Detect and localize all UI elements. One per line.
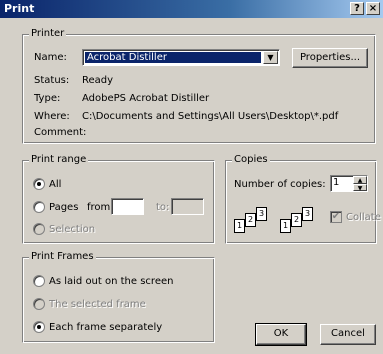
range-selection-radio[interactable] (33, 223, 45, 235)
range-pages-radio[interactable] (33, 201, 45, 213)
comment-label: Comment: (34, 127, 87, 138)
range-all-label[interactable]: All (49, 179, 61, 191)
where-value: C:\Documents and Settings\All Users\Desk… (82, 111, 339, 122)
help-button[interactable]: ? (350, 2, 364, 15)
to-label: to: (156, 202, 170, 213)
name-label: Name: (34, 52, 67, 63)
range-pages-label[interactable]: Pages (49, 202, 78, 214)
page-3-icon: 3 (256, 207, 267, 221)
title-bar: Print (0, 0, 383, 18)
to-input[interactable] (171, 198, 204, 215)
collate-checkbox[interactable]: ✔ (330, 211, 342, 223)
where-label: Where: (34, 111, 70, 122)
frames-screen-label[interactable]: As laid out on the screen (49, 276, 173, 288)
frames-selected-label[interactable]: The selected frame (49, 299, 146, 311)
copies-group: Copies (225, 154, 377, 244)
frames-selected-radio[interactable] (33, 298, 45, 310)
copies-legend: Copies (232, 154, 270, 166)
properties-label: Properties... (299, 52, 361, 63)
copies-spin-down[interactable]: ▼ (353, 184, 367, 192)
number-of-copies-label: Number of copies: (234, 179, 326, 190)
type-label: Type: (34, 93, 61, 104)
collate-label[interactable]: Collate (346, 212, 381, 224)
printer-name-value: Acrobat Distiller (85, 52, 261, 63)
type-value: AdobePS Acrobat Distiller (82, 93, 210, 104)
help-icon: ? (354, 3, 360, 14)
ok-button[interactable]: OK (255, 323, 307, 346)
page-3-icon: 3 (302, 207, 313, 221)
from-label: from: (87, 202, 114, 213)
close-icon: × (368, 3, 378, 14)
range-all-radio[interactable] (33, 178, 45, 190)
window-title: Print (4, 2, 35, 15)
properties-button[interactable]: Properties... (292, 48, 368, 68)
page-1-icon: 1 (280, 219, 291, 233)
frames-each-label[interactable]: Each frame separately (49, 322, 162, 334)
printer-legend: Printer (29, 28, 67, 40)
page-2-icon: 2 (291, 213, 302, 227)
ok-label: OK (273, 328, 289, 339)
print-range-legend: Print range (29, 154, 89, 166)
page-2-icon: 2 (245, 213, 256, 227)
from-input[interactable] (111, 198, 144, 215)
check-icon: ✔ (331, 211, 341, 222)
status-label: Status: (34, 75, 70, 86)
chevron-down-icon[interactable]: ▼ (263, 51, 278, 64)
status-value: Ready (82, 75, 114, 86)
print-frames-legend: Print Frames (29, 251, 96, 263)
copies-spin-up[interactable]: ▲ (353, 176, 367, 184)
frames-screen-radio[interactable] (33, 275, 45, 287)
frames-each-radio[interactable] (33, 321, 45, 333)
range-selection-label[interactable]: Selection (49, 224, 95, 236)
page-1-icon: 1 (234, 219, 245, 233)
copies-value: 1 (333, 177, 340, 188)
printer-name-select[interactable]: Acrobat Distiller ▼ (82, 49, 280, 66)
cancel-label: Cancel (331, 328, 365, 339)
close-button[interactable]: × (366, 2, 380, 15)
cancel-button[interactable]: Cancel (320, 324, 376, 345)
